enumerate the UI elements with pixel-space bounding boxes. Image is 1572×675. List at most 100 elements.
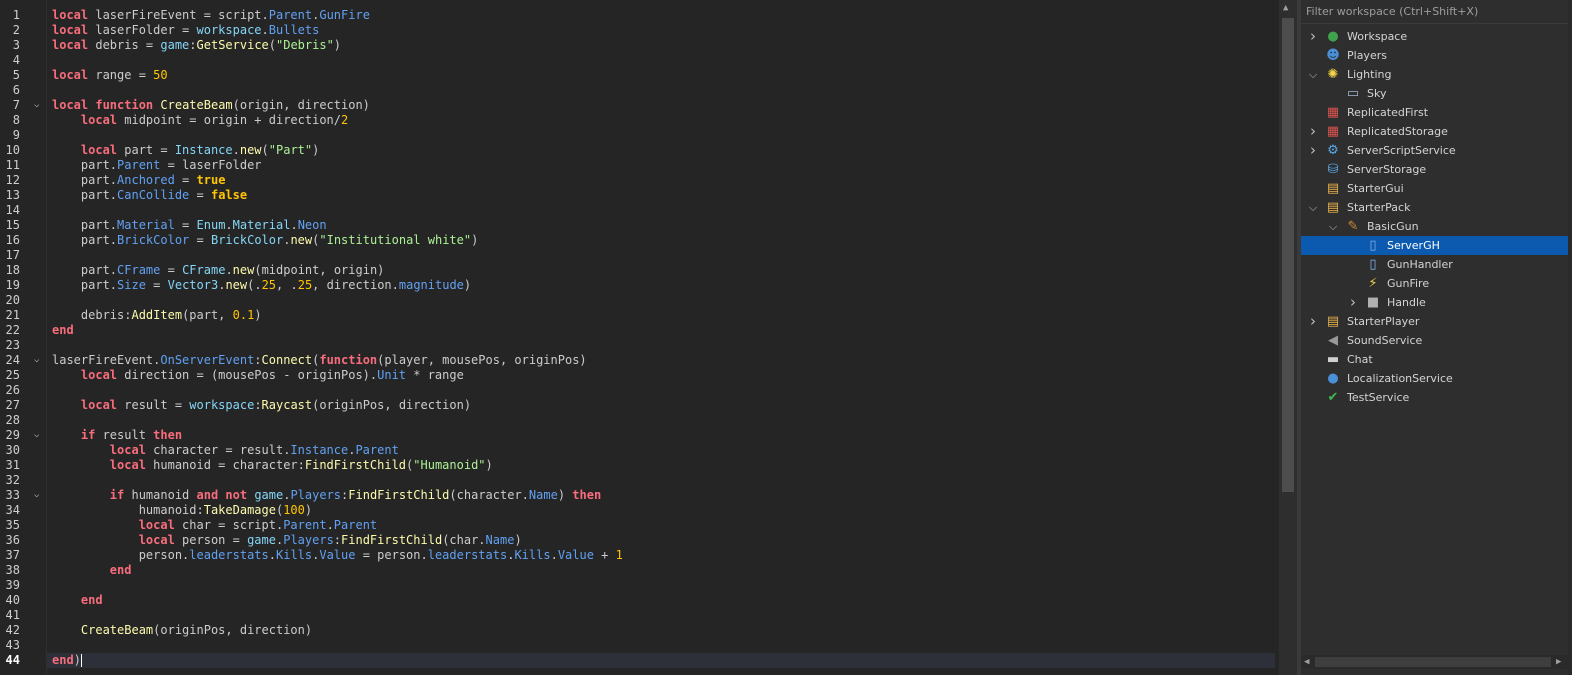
code-token: Unit (377, 368, 407, 382)
code-token: Instance (290, 443, 349, 457)
explorer-filter-input[interactable]: Filter workspace (Ctrl+Shift+X) (1301, 0, 1572, 24)
tree-item-replicatedstorage[interactable]: › ▦ ReplicatedStorage (1301, 122, 1569, 141)
code-token: "Part" (268, 143, 313, 157)
code-token: . (268, 548, 276, 562)
code-token: part. (52, 173, 118, 187)
tree-item-players[interactable]: ☻ Players (1301, 46, 1569, 65)
code-token: false (210, 188, 248, 202)
code-line[interactable]: part.CFrame = CFrame.new(midpoint, origi… (52, 263, 385, 278)
scrollbar-thumb[interactable] (1315, 657, 1551, 667)
code-token: , direction. (312, 278, 399, 292)
tree-item-label: GunFire (1387, 277, 1430, 290)
line-number: 19 (5, 278, 20, 292)
chevron-right-icon[interactable]: › (1307, 314, 1319, 329)
chevron-down-icon[interactable]: ⌵ (1307, 200, 1319, 215)
code-line[interactable]: part.CanCollide = false (52, 188, 247, 203)
scroll-left-arrow-icon[interactable]: ◀ (1304, 655, 1309, 669)
code-token: laserFireEvent. (52, 353, 161, 367)
code-token: ) (312, 143, 320, 157)
tree-item-localizationservice[interactable]: ● LocalizationService (1301, 369, 1569, 388)
tree-item-starterplayer[interactable]: › ▤ StarterPlayer (1301, 312, 1569, 331)
code-line[interactable]: part.Anchored = true (52, 173, 226, 188)
code-line[interactable]: if result then (52, 428, 182, 443)
code-token: (. (247, 278, 262, 292)
code-token: . (550, 548, 558, 562)
code-line[interactable]: person.leaderstats.Kills.Value = person.… (52, 548, 623, 563)
code-line[interactable]: local function CreateBeam(origin, direct… (52, 98, 370, 113)
tree-item-testservice[interactable]: ✔ TestService (1301, 388, 1569, 407)
code-line[interactable]: local direction = (mousePos - originPos)… (52, 368, 464, 383)
chevron-right-icon[interactable]: › (1347, 295, 1359, 310)
fold-chevron-icon[interactable]: ⌵ (34, 98, 44, 113)
tree-item-basicgun[interactable]: ⌵ ✎ BasicGun (1301, 217, 1569, 236)
code-line[interactable]: part.Material = Enum.Material.Neon (52, 218, 327, 233)
code-line[interactable]: laserFireEvent.OnServerEvent:Connect(fun… (52, 353, 587, 368)
code-line[interactable]: part.BrickColor = BrickColor.new("Instit… (52, 233, 478, 248)
script-editor[interactable]: 1 2 3 4 5 6 7 ⌵ 8 9 10 11 12 13 14 15 16 17 18 19 20 21 22 23 24… (0, 0, 1279, 675)
code-line[interactable]: CreateBeam(originPos, direction) (52, 623, 312, 638)
code-area[interactable]: local laserFireEvent = script.Parent.Gun… (47, 0, 1275, 675)
fold-chevron-icon[interactable]: ⌵ (34, 428, 44, 443)
tree-item-sky[interactable]: ▭ Sky (1301, 84, 1569, 103)
code-line[interactable]: local person = game.Players:FindFirstChi… (52, 533, 522, 548)
code-line[interactable]: end) (52, 653, 82, 668)
tree-item-starterpack[interactable]: ⌵ ▤ StarterPack (1301, 198, 1569, 217)
line-number: 7 (12, 98, 20, 112)
code-token: game (254, 488, 284, 502)
code-line[interactable]: debris:AddItem(part, 0.1) (52, 308, 262, 323)
tree-item-gunfire[interactable]: ⚡ GunFire (1301, 274, 1569, 293)
code-line[interactable]: local laserFolder = workspace.Bullets (52, 23, 319, 38)
code-token: OnServerEvent (160, 353, 255, 367)
tree-item-startergui[interactable]: ▤ StarterGui (1301, 179, 1569, 198)
code-line[interactable]: local midpoint = origin + direction/2 (52, 113, 348, 128)
tree-item-chat[interactable]: ▬ Chat (1301, 350, 1569, 369)
code-token: ) (485, 458, 493, 472)
tree-item-workspace[interactable]: › ● Workspace (1301, 27, 1569, 46)
code-token: 25 (297, 278, 313, 292)
chevron-right-icon[interactable]: › (1307, 29, 1319, 44)
code-line[interactable]: humanoid:TakeDamage(100) (52, 503, 312, 518)
code-line[interactable]: end (52, 563, 132, 578)
code-token: 25 (261, 278, 277, 292)
chevron-down-icon[interactable]: ⌵ (1307, 67, 1319, 82)
tree-item-handle[interactable]: › ■ Handle (1301, 293, 1569, 312)
chevron-down-icon[interactable]: ⌵ (1327, 219, 1339, 234)
tree-item-serverstorage[interactable]: ⛁ ServerStorage (1301, 160, 1569, 179)
code-line[interactable]: local humanoid = character:FindFirstChil… (52, 458, 493, 473)
code-line[interactable]: part.Parent = laserFolder (52, 158, 262, 173)
code-line[interactable]: local character = result.Instance.Parent (52, 443, 399, 458)
code-token: 100 (283, 503, 305, 517)
tree-item-soundservice[interactable]: ◀ SoundService (1301, 331, 1569, 350)
line-number: 8 (12, 113, 20, 127)
editor-vertical-scrollbar[interactable]: ▲ (1279, 0, 1297, 675)
code-line[interactable]: local range = 50 (52, 68, 168, 83)
tree-item-lighting[interactable]: ⌵ ✺ Lighting (1301, 65, 1569, 84)
code-token: : (254, 353, 262, 367)
tree-item-servergh[interactable]: ▯ ServerGH (1301, 236, 1569, 255)
code-line[interactable]: local part = Instance.new("Part") (52, 143, 319, 158)
scroll-up-arrow-icon[interactable]: ▲ (1283, 3, 1288, 13)
chevron-right-icon[interactable]: › (1307, 143, 1319, 158)
code-line[interactable]: if humanoid and not game.Players:FindFir… (52, 488, 601, 503)
tree-item-serverscriptservice[interactable]: › ⚙ ServerScriptService (1301, 141, 1569, 160)
code-line[interactable]: end (52, 323, 74, 338)
explorer-horizontal-scrollbar[interactable]: ◀ ▶ (1301, 655, 1568, 669)
fold-chevron-icon[interactable]: ⌵ (34, 488, 44, 503)
chevron-right-icon[interactable]: › (1307, 124, 1319, 139)
tree-item-gunhandler[interactable]: ▯ GunHandler (1301, 255, 1569, 274)
code-line[interactable]: part.Size = Vector3.new(.25, .25, direct… (52, 278, 471, 293)
code-token: Players (283, 533, 334, 547)
code-token: midpoint = origin + direction/ (117, 113, 341, 127)
code-line[interactable]: local char = script.Parent.Parent (52, 518, 377, 533)
code-token: person. (52, 548, 190, 562)
tree-item-replicatedfirst[interactable]: ▦ ReplicatedFirst (1301, 103, 1569, 122)
code-line[interactable]: local laserFireEvent = script.Parent.Gun… (52, 8, 370, 23)
scrollbar-thumb[interactable] (1282, 18, 1294, 492)
line-number: 41 (5, 608, 20, 622)
code-line[interactable]: local debris = game:GetService("Debris") (52, 38, 341, 53)
code-line[interactable]: local result = workspace:Raycast(originP… (52, 398, 471, 413)
tree-item-label: ServerScriptService (1347, 144, 1456, 157)
scroll-right-arrow-icon[interactable]: ▶ (1556, 655, 1561, 669)
fold-chevron-icon[interactable]: ⌵ (34, 353, 44, 368)
code-line[interactable]: end (52, 593, 103, 608)
